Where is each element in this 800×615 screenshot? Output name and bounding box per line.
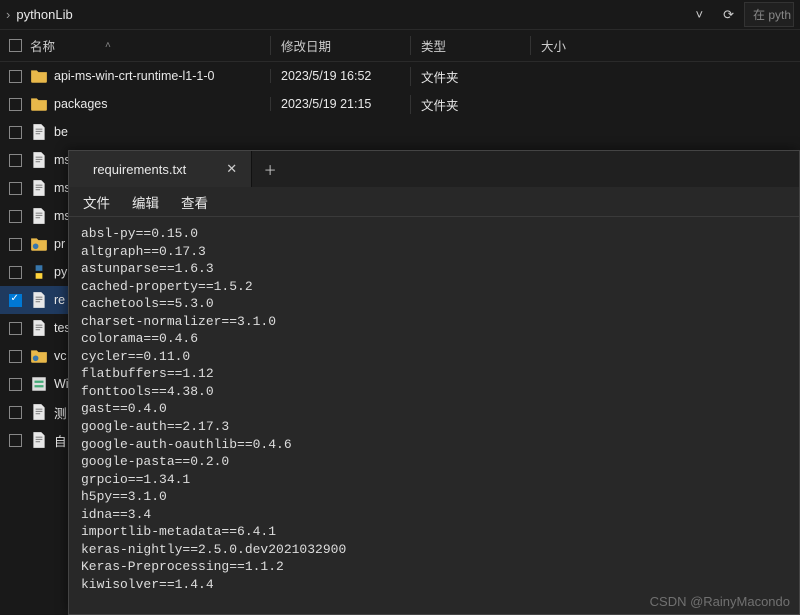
file-txt-icon	[30, 123, 48, 141]
sort-indicator-icon: ˄	[105, 40, 111, 51]
folder-icon	[30, 67, 48, 85]
menu-view[interactable]: 查看	[181, 192, 208, 212]
bat-icon	[30, 375, 48, 393]
search-input[interactable]: 在 pyth	[744, 2, 794, 27]
file-txt-icon	[30, 207, 48, 225]
table-row[interactable]: be	[0, 118, 800, 146]
file-date: 2023/5/19 16:52	[270, 69, 410, 83]
file-name: api-ms-win-crt-runtime-l1-1-0	[54, 69, 214, 83]
file-txt-icon	[30, 431, 48, 449]
menu-file[interactable]: 文件	[83, 192, 110, 212]
row-checkbox[interactable]	[9, 322, 22, 335]
column-name-header[interactable]: 名称	[30, 36, 55, 55]
file-name: py	[54, 265, 67, 279]
file-txt-icon	[30, 403, 48, 421]
file-name: Wi	[54, 377, 69, 391]
notepad-tab-bar: requirements.txt ✕ ＋	[69, 151, 799, 187]
file-name: packages	[54, 97, 108, 111]
python-icon	[30, 263, 48, 281]
watermark: CSDN @RainyMacondo	[650, 594, 790, 609]
row-checkbox[interactable]	[9, 266, 22, 279]
notepad-tab[interactable]: requirements.txt ✕	[69, 151, 252, 187]
file-name: 测	[54, 403, 67, 422]
new-tab-button[interactable]: ＋	[252, 151, 288, 187]
notepad-content[interactable]: absl-py==0.15.0 altgraph==0.17.3 astunpa…	[69, 217, 799, 614]
refresh-icon[interactable]: ⟳	[723, 7, 734, 23]
file-date: 2023/5/19 21:15	[270, 97, 410, 111]
file-name: re	[54, 293, 65, 307]
file-name: pr	[54, 237, 65, 251]
file-txt-icon	[30, 319, 48, 337]
notepad-window: requirements.txt ✕ ＋ 文件 编辑 查看 absl-py==0…	[68, 150, 800, 615]
row-checkbox[interactable]	[9, 210, 22, 223]
row-checkbox[interactable]	[9, 182, 22, 195]
row-checkbox[interactable]	[9, 238, 22, 251]
file-name: vc	[54, 349, 67, 363]
select-all-checkbox[interactable]	[9, 39, 22, 52]
breadcrumb-current[interactable]: pythonLib	[16, 7, 72, 22]
file-txt-icon	[30, 291, 48, 309]
file-type: 文件夹	[410, 67, 530, 86]
row-checkbox[interactable]	[9, 126, 22, 139]
folder-py-icon	[30, 235, 48, 253]
column-date-header[interactable]: 修改日期	[270, 36, 410, 55]
row-checkbox[interactable]	[9, 154, 22, 167]
column-type-header[interactable]: 类型	[410, 36, 530, 55]
row-checkbox[interactable]	[9, 406, 22, 419]
folder-py-icon	[30, 347, 48, 365]
column-size-header[interactable]: 大小	[530, 36, 610, 55]
row-checkbox[interactable]	[9, 350, 22, 363]
file-name: 自	[54, 431, 67, 450]
close-tab-icon[interactable]: ✕	[226, 161, 237, 177]
row-checkbox[interactable]	[9, 294, 22, 307]
notepad-menu-bar: 文件 编辑 查看	[69, 187, 799, 217]
row-checkbox[interactable]	[9, 434, 22, 447]
column-header-row: 名称 ˄ 修改日期 类型 大小	[0, 30, 800, 62]
file-txt-icon	[30, 179, 48, 197]
table-row[interactable]: api-ms-win-crt-runtime-l1-1-0 2023/5/19 1…	[0, 62, 800, 90]
file-type: 文件夹	[410, 95, 530, 114]
row-checkbox[interactable]	[9, 70, 22, 83]
breadcrumb-separator-icon: ›	[6, 7, 10, 22]
notepad-tab-title: requirements.txt	[93, 162, 186, 177]
file-name: be	[54, 125, 68, 139]
file-txt-icon	[30, 151, 48, 169]
table-row[interactable]: packages 2023/5/19 21:15文件夹	[0, 90, 800, 118]
folder-icon	[30, 95, 48, 113]
dropdown-icon[interactable]: ˅	[696, 7, 704, 22]
row-checkbox[interactable]	[9, 378, 22, 391]
menu-edit[interactable]: 编辑	[132, 192, 159, 212]
row-checkbox[interactable]	[9, 98, 22, 111]
